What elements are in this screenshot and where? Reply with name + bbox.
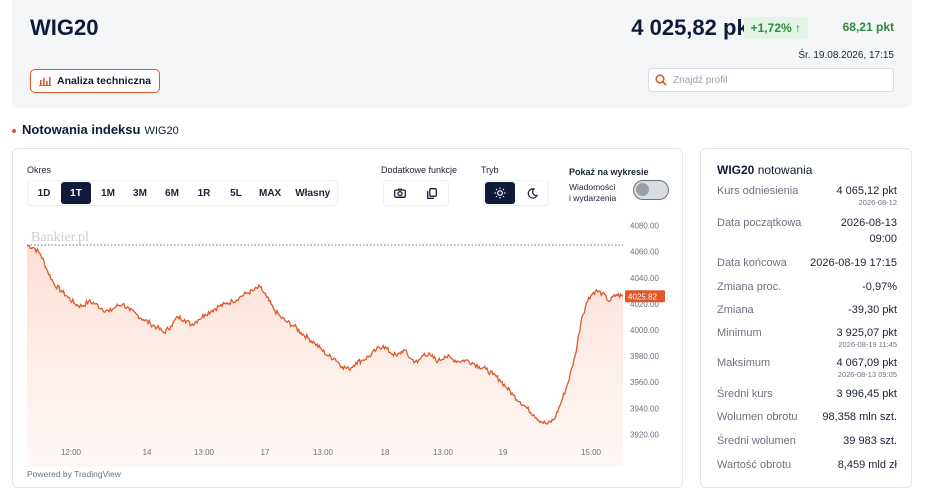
- stat-label: Średni wolumen: [717, 435, 796, 447]
- stat-value: 4 065,12 pkt: [836, 185, 897, 197]
- stat-label: Kurs odniesienia: [717, 185, 799, 197]
- show-on-chart-label: Pokaż na wykresie: [569, 167, 649, 177]
- price-chart[interactable]: Bankier.pl4080.004060.004040.004020.0040…: [13, 219, 682, 467]
- change-percent-badge: +1,72% ↑: [743, 17, 808, 39]
- mode-toggle-group: [483, 180, 549, 206]
- stat-subvalue: 2026-08-19 11:45: [838, 340, 897, 349]
- x-tick-label: 17: [261, 448, 270, 457]
- stat-label: Średni kurs: [717, 388, 773, 400]
- bullet-dot: [12, 128, 16, 133]
- technical-analysis-button[interactable]: Analiza techniczna: [30, 69, 160, 93]
- index-title: WIG20: [30, 15, 99, 40]
- x-tick-label: 14: [143, 448, 152, 457]
- period-1t-button[interactable]: 1T: [61, 182, 91, 204]
- stat-label: Wolumen obrotu: [717, 411, 798, 423]
- copy-icon: [427, 187, 437, 199]
- stat-label: Data początkowa: [717, 217, 802, 229]
- x-tick-label: 15:00: [581, 448, 602, 457]
- period-6m-button[interactable]: 6M: [157, 182, 187, 204]
- y-tick-label: 4040.00: [630, 274, 659, 283]
- camera-icon: [394, 188, 406, 198]
- search-placeholder: Znajdź profil: [673, 74, 728, 86]
- stat-label: Wartość obrotu: [717, 459, 792, 471]
- stat-value: 98,358 mln szt.: [822, 411, 897, 423]
- mode-label: Tryb: [481, 165, 499, 175]
- powered-by-tradingview[interactable]: Powered by TradingView: [27, 469, 121, 479]
- screenshot-button[interactable]: [385, 182, 415, 204]
- change-absolute: 68,21 pkt: [842, 20, 894, 34]
- period-selector: 1D 1T 1M 3M 6M 1R 5L MAX Własny: [27, 180, 339, 206]
- news-label-line1: Wiadomości: [569, 182, 616, 192]
- stat-value: 39 983 szt.: [843, 435, 897, 447]
- search-input[interactable]: Znajdź profil: [648, 68, 894, 92]
- stats-title-index: WIG20: [717, 163, 755, 177]
- dark-mode-button[interactable]: [517, 182, 547, 204]
- y-tick-label: 4060.00: [630, 248, 659, 257]
- current-price: 4 025,82 pkt: [631, 15, 756, 40]
- moon-icon: [527, 187, 538, 199]
- stat-value: -39,30 pkt: [848, 304, 897, 316]
- bar-chart-icon: [39, 77, 51, 86]
- last-price-label: 4025.82: [628, 292, 657, 301]
- quote-header: WIG20 4 025,82 pkt +1,72% ↑ 68,21 pkt Śr…: [12, 0, 912, 108]
- stat-subvalue: 2026-08-12: [858, 198, 897, 207]
- extra-functions-label: Dodatkowe funkcje: [381, 165, 458, 175]
- x-tick-label: 12:00: [61, 448, 82, 457]
- y-tick-label: 4080.00: [630, 222, 659, 231]
- news-label-line2: i wydarzenia: [569, 193, 617, 203]
- x-tick-label: 18: [381, 448, 390, 457]
- price-area-fill: [27, 245, 623, 467]
- quote-datetime: Śr. 19.08.2026, 17:15: [798, 50, 894, 61]
- technical-analysis-label: Analiza techniczna: [57, 74, 151, 87]
- y-tick-label: 3960.00: [630, 378, 659, 387]
- toggle-knob: [636, 183, 649, 196]
- section-title: Notowania indeksu WIG20: [12, 122, 179, 137]
- y-tick-label: 3920.00: [630, 430, 659, 439]
- y-tick-label: 3940.00: [630, 404, 659, 413]
- x-tick-label: 19: [499, 448, 508, 457]
- section-subtitle: WIG20: [144, 125, 179, 137]
- stat-value: 8,459 mld zł: [837, 459, 897, 471]
- stat-label: Zmiana proc.: [717, 281, 782, 293]
- period-label: Okres: [27, 165, 52, 175]
- period-3m-button[interactable]: 3M: [125, 182, 155, 204]
- x-tick-label: 13:00: [313, 448, 334, 457]
- stats-card: WIG20 notowania Kurs odniesienia 4 065,12…: [700, 148, 912, 488]
- sun-icon: [494, 187, 506, 199]
- y-tick-label: 4000.00: [630, 326, 659, 335]
- stat-value: 2026-08-13 09:00: [840, 217, 897, 245]
- stat-value: 3 925,07 pkt: [836, 327, 897, 339]
- stat-value: -0,97%: [862, 281, 897, 293]
- stat-value: 2026-08-19 17:15: [810, 257, 897, 269]
- section-title-text: Notowania indeksu: [22, 122, 141, 137]
- stat-label: Minimum: [717, 327, 762, 339]
- stats-title-suffix: notowania: [757, 163, 813, 177]
- stats-title: WIG20 notowania: [717, 163, 812, 177]
- light-mode-button[interactable]: [485, 182, 515, 204]
- stat-label: Zmiana: [717, 304, 754, 316]
- y-tick-label: 3980.00: [630, 352, 659, 361]
- period-1r-button[interactable]: 1R: [189, 182, 219, 204]
- stat-value: 3 996,45 pkt: [836, 388, 897, 400]
- chart-card: Okres 1D 1T 1M 3M 6M 1R 5L MAX Własny Do…: [12, 148, 683, 488]
- x-tick-label: 13:00: [194, 448, 215, 457]
- stat-label: Maksimum: [717, 357, 771, 369]
- period-1d-button[interactable]: 1D: [29, 182, 59, 204]
- period-max-button[interactable]: MAX: [253, 182, 287, 204]
- copy-button[interactable]: [417, 182, 447, 204]
- extra-functions-group: [383, 180, 449, 206]
- period-custom-button[interactable]: Własny: [289, 182, 336, 204]
- x-tick-label: 13:00: [433, 448, 454, 457]
- news-events-toggle[interactable]: [633, 180, 669, 200]
- search-icon: [655, 74, 667, 86]
- period-5l-button[interactable]: 5L: [221, 182, 251, 204]
- stat-label: Data końcowa: [717, 257, 787, 269]
- bankier-watermark: Bankier.pl: [31, 230, 89, 245]
- stat-value: 4 067,09 pkt: [836, 357, 897, 369]
- period-1m-button[interactable]: 1M: [93, 182, 123, 204]
- stat-subvalue: 2026-08-13 09:05: [837, 370, 897, 379]
